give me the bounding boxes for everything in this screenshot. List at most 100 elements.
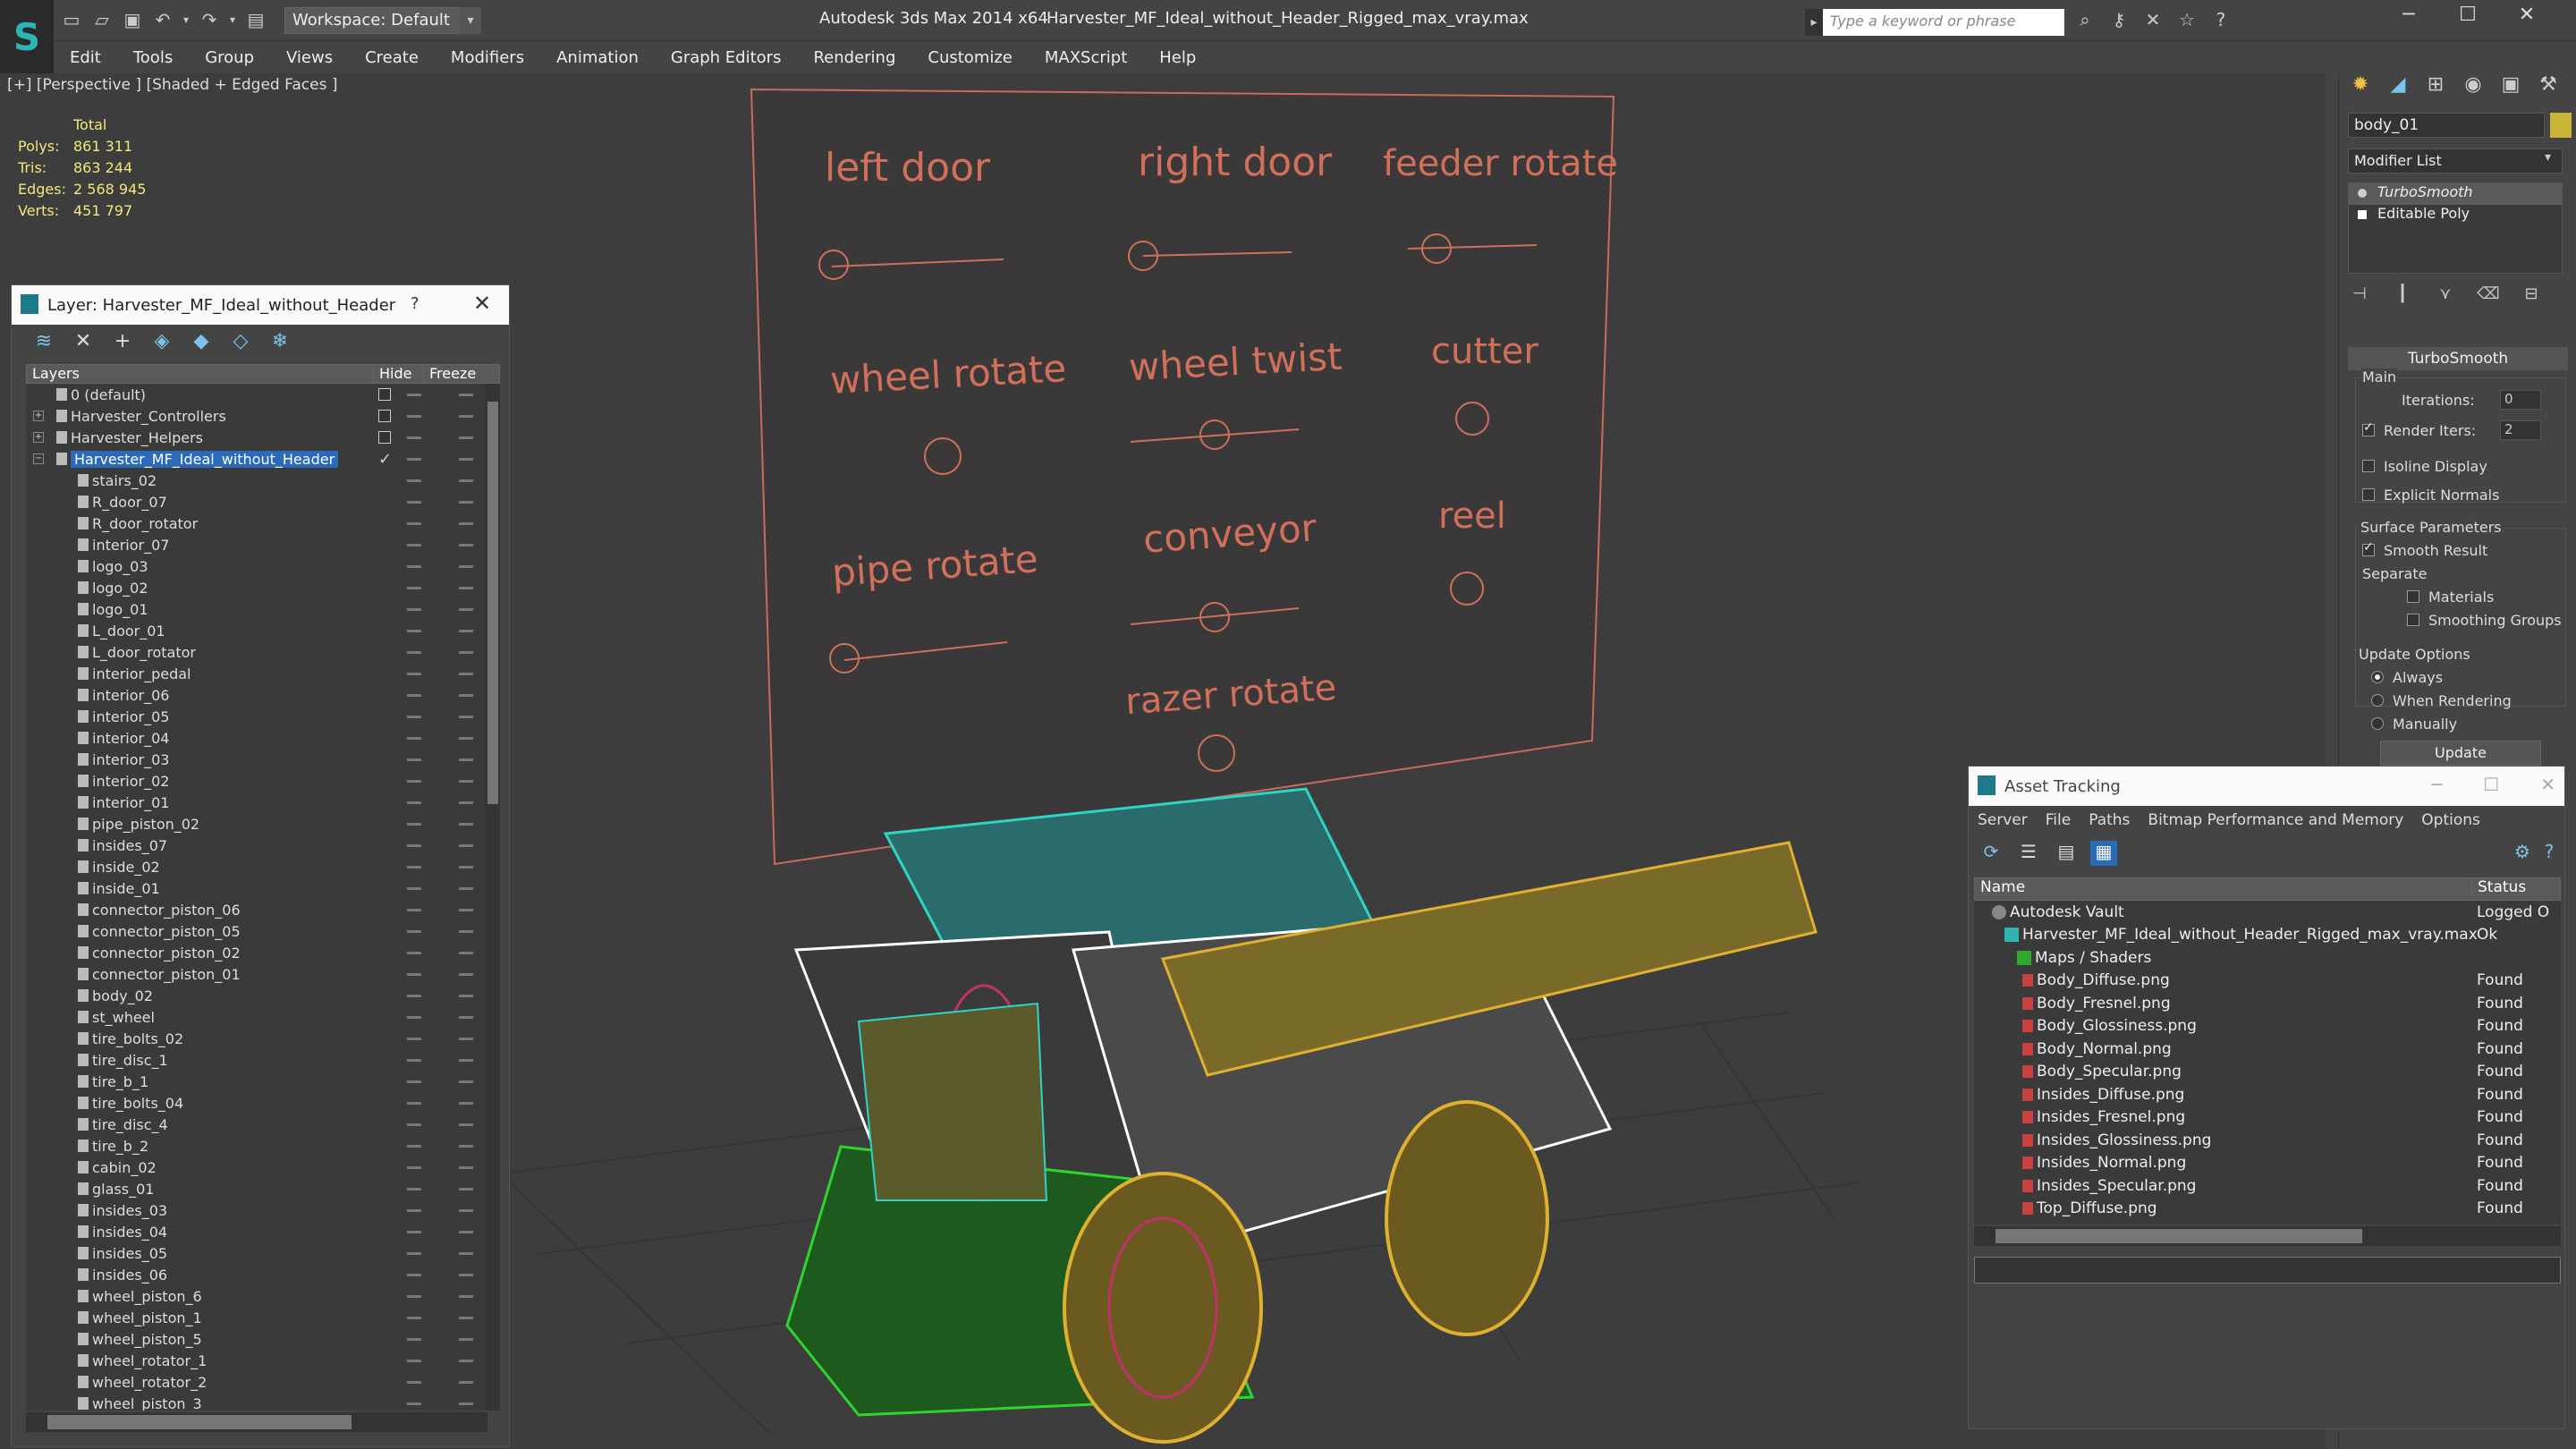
layer-horizontal-scrollbar[interactable] — [26, 1412, 487, 1432]
remove-modifier-icon[interactable]: ⌫ — [2477, 284, 2500, 308]
utilities-tab-icon[interactable]: ⚒ — [2532, 73, 2564, 104]
object-row[interactable]: connector_piston_05 — [26, 920, 500, 942]
hide-toggle[interactable] — [407, 952, 421, 954]
harvester-model[interactable] — [785, 787, 1818, 1444]
hierarchy-tab-icon[interactable]: ⊞ — [2419, 73, 2452, 104]
hide-toggle[interactable] — [407, 1252, 421, 1255]
hide-toggle[interactable] — [407, 995, 421, 997]
freeze-toggle[interactable] — [459, 394, 473, 396]
freeze-toggle[interactable] — [459, 415, 473, 418]
redo-icon[interactable]: ↷ — [197, 7, 222, 32]
menu-modifiers[interactable]: Modifiers — [435, 48, 540, 67]
smoothing-groups-checkbox[interactable] — [2407, 614, 2419, 626]
freeze-toggle[interactable] — [459, 909, 473, 911]
layer-row[interactable]: + Harvester_Controllers — [26, 405, 500, 427]
modifier-list-dropdown[interactable]: Modifier List — [2348, 148, 2563, 174]
freeze-toggle[interactable] — [459, 565, 473, 568]
hide-toggle[interactable] — [407, 501, 421, 504]
freeze-toggle[interactable] — [459, 673, 473, 675]
project-folder-icon[interactable]: ▤ — [243, 7, 268, 32]
asset-row-map[interactable]: Body_Fresnel.png Found — [1974, 992, 2561, 1015]
object-row[interactable]: pipe_piston_02 — [26, 813, 500, 835]
object-row[interactable]: wheel_piston_5 — [26, 1328, 500, 1350]
object-row[interactable]: connector_piston_01 — [26, 963, 500, 985]
checkmark-icon[interactable]: ✓ — [378, 450, 392, 469]
close-icon[interactable]: ✕ — [2515, 4, 2538, 26]
binoculars-icon[interactable]: ⌕ — [2072, 9, 2098, 34]
object-row[interactable]: st_wheel — [26, 1006, 500, 1028]
viewport-label[interactable]: [+] [Perspective ] [Shaded + Edged Faces… — [7, 76, 337, 94]
exchange-icon[interactable]: ✕ — [2140, 9, 2166, 34]
chevron-down-icon[interactable]: ▾ — [2545, 150, 2551, 165]
expand-icon[interactable]: + — [33, 411, 44, 421]
explicit-normals-checkbox[interactable] — [2362, 488, 2375, 501]
menu-options[interactable]: Options — [2412, 811, 2489, 829]
hide-toggle[interactable] — [407, 1402, 421, 1405]
asset-row-map[interactable]: Top_Diffuse.png Found — [1974, 1198, 2561, 1221]
maximize-icon[interactable]: ☐ — [2456, 4, 2479, 26]
hide-toggle[interactable] — [407, 544, 421, 547]
freeze-toggle[interactable] — [459, 887, 473, 890]
object-row[interactable]: R_door_rotator — [26, 513, 500, 534]
object-row[interactable]: insides_06 — [26, 1264, 500, 1285]
pin-stack-icon[interactable]: ⊣ — [2348, 284, 2371, 308]
freeze-toggle[interactable] — [459, 1402, 473, 1405]
menu-animation[interactable]: Animation — [540, 48, 655, 67]
hide-toggle[interactable] — [407, 1059, 421, 1062]
favorites-star-icon[interactable]: ☆ — [2174, 9, 2200, 34]
current-layer-checkbox[interactable] — [378, 388, 391, 401]
asset-row-map[interactable]: Body_Normal.png Found — [1974, 1038, 2561, 1061]
object-row[interactable]: L_door_rotator — [26, 641, 500, 663]
object-row[interactable]: interior_04 — [26, 727, 500, 749]
freeze-toggle[interactable] — [459, 630, 473, 632]
object-row[interactable]: tire_bolts_02 — [26, 1028, 500, 1049]
asset-row-map[interactable]: Top_Fresnel.pngFound — [1974, 1220, 2561, 1224]
hide-toggle[interactable] — [407, 866, 421, 869]
close-icon[interactable]: ✕ — [2540, 774, 2555, 795]
menu-graph-editors[interactable]: Graph Editors — [655, 48, 798, 67]
light-bulb-icon[interactable] — [2358, 189, 2367, 198]
object-row[interactable]: inside_02 — [26, 856, 500, 877]
select-objects-icon[interactable]: ◈ — [148, 330, 176, 357]
freeze-toggle[interactable] — [459, 737, 473, 740]
menu-tools[interactable]: Tools — [117, 48, 189, 67]
show-end-result-icon[interactable]: ┃ — [2391, 284, 2414, 308]
menu-server[interactable]: Server — [1969, 811, 2037, 829]
help-icon[interactable]: ? — [411, 294, 419, 313]
key-icon[interactable]: ⚷ — [2106, 9, 2132, 34]
hide-toggle[interactable] — [407, 436, 421, 439]
hide-toggle[interactable] — [407, 1038, 421, 1040]
hide-toggle[interactable] — [407, 587, 421, 589]
asset-row-map[interactable]: Insides_Glossiness.png Found — [1974, 1129, 2561, 1152]
hide-toggle[interactable] — [407, 479, 421, 482]
col-name[interactable]: Name — [1975, 878, 2472, 900]
col-hide[interactable]: Hide — [374, 365, 424, 383]
expand-icon[interactable]: + — [33, 432, 44, 443]
layer-row[interactable]: 0 (default) — [26, 384, 500, 405]
stack-item-turbosmooth[interactable]: TurboSmooth — [2349, 183, 2562, 205]
object-row[interactable]: L_door_01 — [26, 620, 500, 641]
object-row[interactable]: interior_02 — [26, 770, 500, 792]
add-to-layer-icon[interactable]: + — [108, 330, 137, 357]
current-layer-checkbox[interactable] — [378, 410, 391, 422]
freeze-toggle[interactable] — [459, 952, 473, 954]
freeze-all-icon[interactable]: ❄ — [266, 330, 294, 357]
object-row[interactable]: tire_disc_4 — [26, 1114, 500, 1135]
render-iters-checkbox[interactable] — [2362, 420, 2375, 436]
close-icon[interactable]: ✕ — [473, 291, 491, 316]
hide-toggle[interactable] — [407, 823, 421, 826]
object-row[interactable]: insides_05 — [26, 1242, 500, 1264]
freeze-toggle[interactable] — [459, 1338, 473, 1341]
vault-login-icon[interactable]: ⚙ — [2509, 841, 2536, 866]
hide-toggle[interactable] — [407, 737, 421, 740]
hide-toggle[interactable] — [407, 458, 421, 461]
object-row[interactable]: tire_disc_1 — [26, 1049, 500, 1071]
layer-window-titlebar[interactable]: Layer: Harvester_MF_Ideal_without_Header… — [12, 285, 509, 325]
create-layer-icon[interactable]: ≋ — [30, 330, 58, 357]
freeze-toggle[interactable] — [459, 501, 473, 504]
hide-toggle[interactable] — [407, 1145, 421, 1148]
list-view-icon[interactable]: ☰ — [2015, 841, 2042, 866]
object-row[interactable]: wheel_rotator_1 — [26, 1350, 500, 1371]
undo-icon[interactable]: ↶ — [150, 7, 175, 32]
freeze-toggle[interactable] — [459, 1038, 473, 1040]
